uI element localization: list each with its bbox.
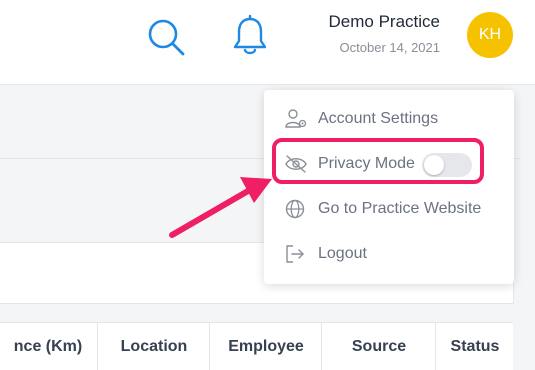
menu-item-account-settings[interactable]: Account Settings — [264, 99, 514, 139]
column-header-source[interactable]: Source — [321, 323, 436, 370]
globe-icon — [285, 199, 305, 219]
table-header: nce (Km) Location Employee Source Status — [0, 322, 513, 370]
avatar[interactable]: KH — [467, 12, 513, 58]
logout-icon — [286, 245, 304, 263]
menu-item-label: Account Settings — [318, 110, 439, 127]
account-dropdown-menu: Account Settings Privacy Mode Go to Prac… — [264, 90, 514, 284]
user-settings-icon — [285, 109, 307, 128]
column-header-distance[interactable]: nce (Km) — [0, 323, 97, 370]
annotation-arrow-icon — [169, 177, 272, 238]
practice-name: Demo Practice — [328, 12, 440, 31]
search-icon[interactable] — [145, 16, 187, 58]
column-header-location[interactable]: Location — [97, 323, 210, 370]
menu-item-practice-website[interactable]: Go to Practice Website — [264, 189, 514, 229]
column-header-status[interactable]: Status — [435, 323, 514, 370]
current-date: October 14, 2021 — [339, 40, 440, 55]
menu-item-logout[interactable]: Logout — [264, 234, 514, 274]
menu-item-label: Logout — [318, 245, 367, 262]
column-header-employee[interactable]: Employee — [209, 323, 322, 370]
bell-icon[interactable] — [230, 14, 270, 58]
top-bar: Demo Practice October 14, 2021 KH — [0, 0, 535, 85]
menu-item-label: Go to Practice Website — [318, 200, 482, 217]
annotation-highlight-box — [272, 138, 484, 184]
